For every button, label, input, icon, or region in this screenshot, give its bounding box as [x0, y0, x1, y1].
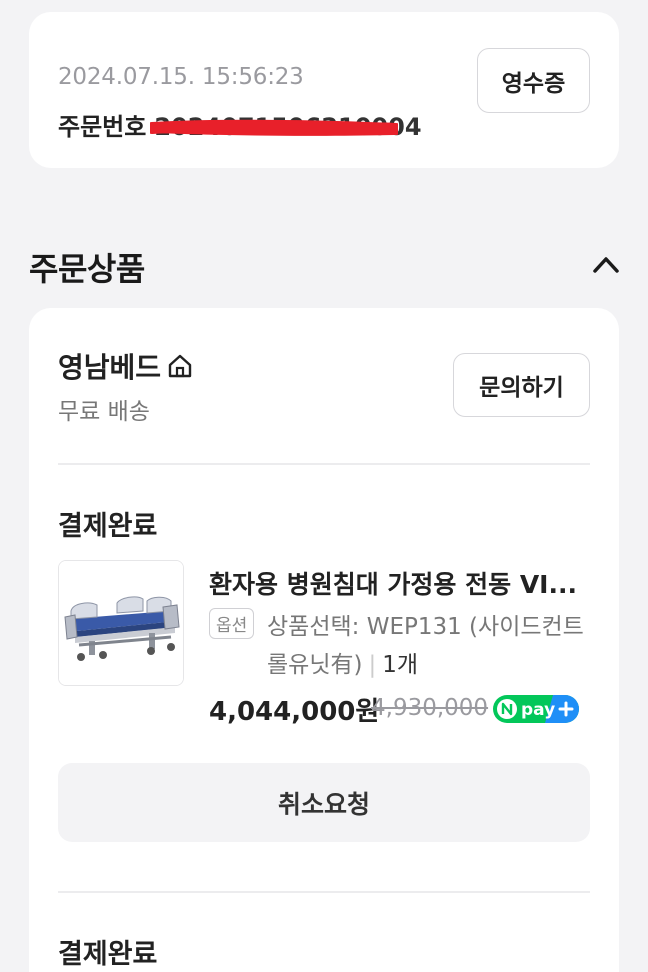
svg-text:pay: pay — [521, 700, 555, 720]
inquiry-button[interactable]: 문의하기 — [453, 353, 590, 417]
separator: | — [368, 652, 377, 678]
order-number-value: 2024071506210004 — [150, 113, 422, 141]
npay-plus-icon: pay — [493, 695, 579, 723]
receipt-button[interactable]: 영수증 — [477, 48, 590, 113]
ordered-items-title: 주문상품 — [29, 250, 145, 288]
home-icon — [168, 354, 192, 378]
divider — [58, 891, 590, 893]
sale-price: 4,044,000원 — [209, 697, 380, 727]
original-price: 4,930,000 — [371, 695, 489, 721]
ordered-items-card: 영남베드 무료 배송 문의하기 결제완료 환자용 병원침대 가정용 전동 VI.… — [29, 308, 619, 972]
hospital-bed-image — [59, 561, 183, 685]
store-name[interactable]: 영남베드 — [58, 346, 195, 386]
quantity: 1개 — [382, 652, 419, 678]
option-tag: 옵션 — [209, 608, 255, 639]
store-name-text: 영남베드 — [58, 351, 162, 384]
chevron-up-icon[interactable] — [589, 250, 623, 278]
order-number-label: 주문번호 — [58, 113, 147, 141]
option-description: 상품선택: WEP131 (사이드컨트롤유닛有) — [267, 614, 584, 678]
order-number-row: 주문번호2024071506210004 — [58, 107, 422, 142]
shipping-info: 무료 배송 — [58, 399, 150, 425]
divider — [58, 463, 590, 465]
cancel-request-button[interactable]: 취소요청 — [58, 763, 590, 842]
option-text: 상품선택: WEP131 (사이드컨트롤유닛有) | 1개 — [267, 608, 597, 684]
product-thumbnail[interactable] — [58, 560, 184, 686]
order-datetime: 2024.07.15. 15:56:23 — [58, 64, 304, 90]
order-status: 결제완료 — [58, 939, 158, 970]
product-name[interactable]: 환자용 병원침대 가정용 전동 VI... — [209, 565, 589, 601]
redaction-scribble — [150, 119, 399, 136]
order-status: 결제완료 — [58, 511, 158, 542]
order-info-card: 2024.07.15. 15:56:23 주문번호202407150621000… — [29, 12, 619, 168]
